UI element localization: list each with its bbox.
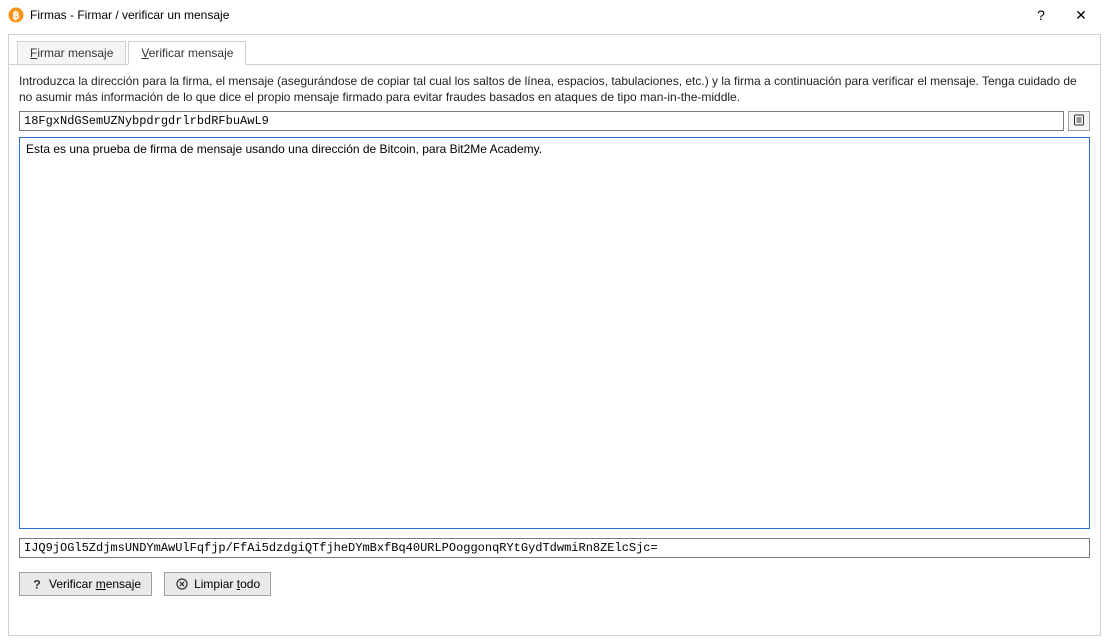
message-textarea[interactable] <box>19 137 1090 529</box>
tab-content: Introduzca la dirección para la firma, e… <box>9 65 1100 606</box>
titlebar: ฿ Firmas - Firmar / verificar un mensaje… <box>0 0 1109 30</box>
question-icon: ? <box>30 577 44 591</box>
button-row: ? Verificar mensaje Limpiar todo <box>19 572 1090 596</box>
help-button[interactable]: ? <box>1021 0 1061 30</box>
tab-sign-message[interactable]: Firmar mensaje <box>17 41 126 65</box>
bitcoin-icon: ฿ <box>8 7 24 23</box>
clear-button-label: Limpiar todo <box>194 577 260 591</box>
address-row <box>19 111 1090 131</box>
verify-button-label: Verificar mensaje <box>49 577 141 591</box>
svg-text:฿: ฿ <box>13 10 20 22</box>
tab-verify-message[interactable]: Verificar mensaje <box>128 41 246 65</box>
address-book-icon <box>1073 114 1085 129</box>
clear-all-button[interactable]: Limpiar todo <box>164 572 271 596</box>
tab-verify-label: Verificar mensaje <box>141 46 233 60</box>
address-book-button[interactable] <box>1068 111 1090 131</box>
tab-strip: Firmar mensaje Verificar mensaje <box>9 35 1100 65</box>
verify-message-button[interactable]: ? Verificar mensaje <box>19 572 152 596</box>
dialog-frame: Firmar mensaje Verificar mensaje Introdu… <box>8 34 1101 636</box>
close-button[interactable]: ✕ <box>1061 0 1101 30</box>
svg-text:?: ? <box>33 578 40 590</box>
instructions-text: Introduzca la dirección para la firma, e… <box>19 73 1090 105</box>
address-input[interactable] <box>19 111 1064 131</box>
clear-icon <box>175 577 189 591</box>
signature-input[interactable] <box>19 538 1090 558</box>
window-title: Firmas - Firmar / verificar un mensaje <box>30 8 229 22</box>
tab-sign-label: Firmar mensaje <box>30 46 113 60</box>
